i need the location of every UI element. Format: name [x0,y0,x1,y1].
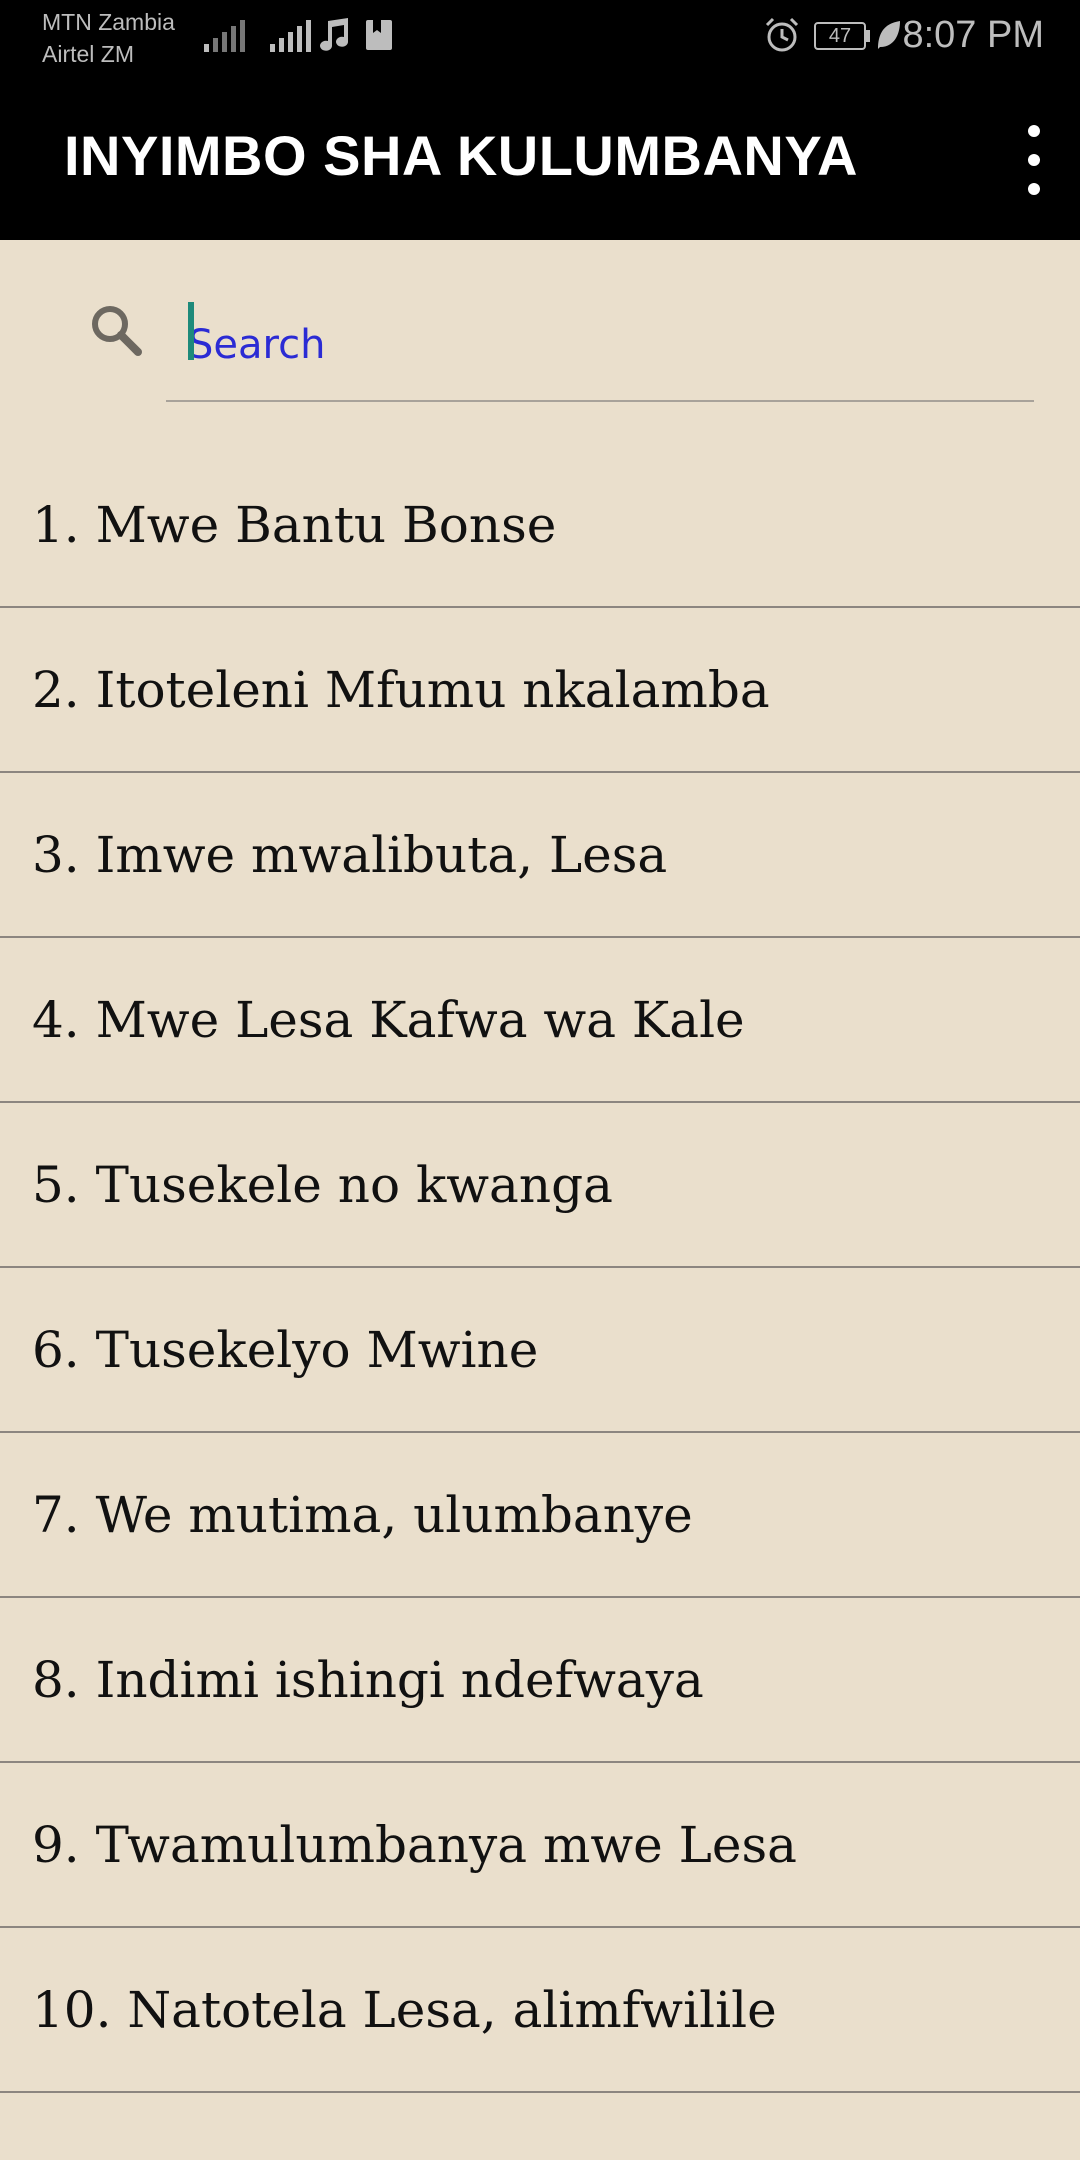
signal-icon [270,18,311,52]
battery-level: 47 [828,25,852,47]
search-icon[interactable] [86,300,146,360]
more-vert-icon[interactable] [1014,125,1054,195]
carrier-labels: MTN Zambia Airtel ZM [42,6,175,70]
carrier-1-label: MTN Zambia [42,9,175,35]
song-item[interactable]: 6. Tusekelyo Mwine [0,1268,1080,1433]
search-bar [0,240,1080,450]
menu-dot [1028,125,1040,137]
song-item[interactable]: 9. Twamulumbanya mwe Lesa [0,1763,1080,1928]
alarm-icon [765,17,799,52]
carrier-2-label: Airtel ZM [42,41,134,67]
text-cursor [188,302,194,360]
battery-icon: 47 [814,22,866,50]
search-input[interactable] [166,290,1034,402]
song-item[interactable]: 4. Mwe Lesa Kafwa wa Kale [0,938,1080,1103]
menu-dot [1028,183,1040,195]
song-item[interactable]: 8. Indimi ishingi ndefwaya [0,1598,1080,1763]
signal-icon [204,18,245,52]
menu-dot [1028,154,1040,166]
app-title: INYIMBO SHA KULUMBANYA [64,124,858,187]
leaf-icon [878,21,900,49]
status-bar: MTN Zambia Airtel ZM 47 8:07 PM [0,0,1080,75]
song-item[interactable]: 5. Tusekele no kwanga [0,1103,1080,1268]
song-item[interactable]: 3. Imwe mwalibuta, Lesa [0,773,1080,938]
song-item[interactable]: 2. Itoteleni Mfumu nkalamba [0,608,1080,773]
song-item[interactable]: 1. Mwe Bantu Bonse [0,443,1080,608]
notification-icon [366,20,392,50]
music-note-icon [320,18,348,51]
song-item[interactable]: 10. Natotela Lesa, alimfwilile [0,1928,1080,2093]
song-item[interactable]: 7. We mutima, ulumbanye [0,1433,1080,1598]
app-bar: INYIMBO SHA KULUMBANYA [0,75,1080,240]
song-list: 1. Mwe Bantu Bonse 2. Itoteleni Mfumu nk… [0,443,1080,2093]
status-time: 8:07 PM [902,14,1044,56]
battery-tip [866,30,870,42]
